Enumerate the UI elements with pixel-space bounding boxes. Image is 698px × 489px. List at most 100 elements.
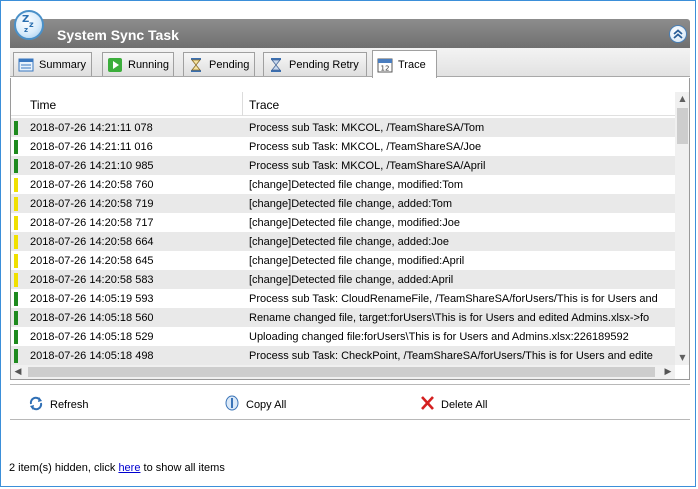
cell-trace: [change]Detected file change, modified:A…: [249, 255, 465, 267]
tab-trace[interactable]: 12 Trace: [372, 50, 437, 78]
tab-summary[interactable]: Summary: [13, 52, 92, 76]
cell-time: 2018-07-26 14:21:10 985: [30, 160, 154, 172]
level-indicator: [14, 254, 18, 268]
cell-time: 2018-07-26 14:05:18 560: [30, 312, 154, 324]
table-row[interactable]: 2018-07-26 14:20:58 583 [change]Detected …: [11, 270, 675, 289]
action-toolbar: Refresh Copy All Delete All: [10, 384, 690, 420]
cell-trace: Process sub Task: CheckPoint, /TeamShare…: [249, 350, 653, 362]
cell-trace: Process sub Task: MKCOL, /TeamShareSA/Ap…: [249, 160, 486, 172]
level-indicator: [14, 178, 18, 192]
horizontal-scroll-thumb[interactable]: [28, 367, 655, 377]
cell-trace: [change]Detected file change, added:Apri…: [249, 274, 454, 286]
cell-time: 2018-07-26 14:20:58 583: [30, 274, 154, 286]
table-row[interactable]: 2018-07-26 14:20:58 645 [change]Detected …: [11, 251, 675, 270]
column-header-trace[interactable]: Trace: [249, 98, 279, 112]
summary-icon: [18, 57, 34, 73]
tab-summary-label: Summary: [39, 58, 87, 71]
trace-grid: Time Trace 2018-07-26 14:21:11 078 Proces…: [10, 78, 690, 380]
cell-trace: [change]Detected file change, added:Joe: [249, 236, 449, 248]
scroll-right-arrow-icon[interactable]: ▶: [661, 365, 675, 379]
table-row[interactable]: 2018-07-26 14:20:58 760 [change]Detected …: [11, 175, 675, 194]
trace-rows: 2018-07-26 14:21:11 078 Process sub Task:…: [11, 118, 675, 365]
table-row[interactable]: 2018-07-26 14:20:58 664 [change]Detected …: [11, 232, 675, 251]
hourglass-icon: [188, 57, 204, 73]
table-row[interactable]: 2018-07-26 14:20:58 719 [change]Detected …: [11, 194, 675, 213]
level-indicator: [14, 159, 18, 173]
cell-time: 2018-07-26 14:20:58 645: [30, 255, 154, 267]
level-indicator: [14, 216, 18, 230]
table-row[interactable]: 2018-07-26 14:20:58 717 [change]Detected …: [11, 213, 675, 232]
scroll-up-arrow-icon[interactable]: ▲: [675, 92, 689, 106]
cell-time: 2018-07-26 14:05:18 529: [30, 331, 154, 343]
table-row[interactable]: 2018-07-26 14:05:19 593 Process sub Task:…: [11, 289, 675, 308]
tab-pending[interactable]: Pending: [183, 52, 255, 76]
table-row[interactable]: 2018-07-26 14:05:18 498 Process sub Task:…: [11, 346, 675, 365]
level-indicator: [14, 273, 18, 287]
grid-header: Time Trace: [11, 92, 675, 116]
vertical-scroll-thumb[interactable]: [677, 108, 688, 144]
table-row[interactable]: 2018-07-26 14:21:10 985 Process sub Task:…: [11, 156, 675, 175]
tab-running[interactable]: Running: [102, 52, 174, 76]
refresh-icon: [28, 395, 44, 414]
tab-running-label: Running: [128, 58, 169, 71]
copy-all-label: Copy All: [246, 398, 287, 411]
delete-x-icon: [419, 395, 435, 414]
double-chevron-up-icon: [673, 29, 683, 39]
table-row[interactable]: 2018-07-26 14:05:18 529 Uploading changed…: [11, 327, 675, 346]
scroll-left-arrow-icon[interactable]: ◀: [11, 365, 25, 379]
cell-trace: [change]Detected file change, modified:T…: [249, 179, 464, 191]
show-all-link[interactable]: here: [118, 462, 140, 474]
tab-pending-retry-label: Pending Retry: [289, 58, 359, 71]
delete-all-label: Delete All: [441, 398, 488, 411]
status-bar: 2 item(s) hidden, click here to show all…: [9, 462, 225, 474]
level-indicator: [14, 292, 18, 306]
copy-all-button[interactable]: Copy All: [224, 395, 286, 414]
svg-text:12: 12: [381, 64, 390, 72]
delete-all-button[interactable]: Delete All: [419, 395, 487, 414]
cell-trace: [change]Detected file change, added:Tom: [249, 198, 453, 210]
horizontal-scrollbar[interactable]: ◀ ▶: [11, 365, 675, 379]
level-indicator: [14, 197, 18, 211]
tab-trace-label: Trace: [398, 58, 426, 71]
column-header-time[interactable]: Time: [30, 98, 56, 112]
cell-time: 2018-07-26 14:05:19 593: [30, 293, 154, 305]
status-suffix: to show all items: [140, 462, 225, 474]
sleep-status-icon: Z z z: [14, 10, 44, 40]
column-divider[interactable]: [242, 92, 243, 116]
cell-trace: Uploading changed file:forUsers\This is …: [249, 331, 629, 343]
retry-hourglass-icon: [268, 57, 284, 73]
level-indicator: [14, 140, 18, 154]
cell-trace: Process sub Task: MKCOL, /TeamShareSA/To…: [249, 122, 485, 134]
tab-pending-label: Pending: [209, 58, 250, 71]
level-indicator: [14, 311, 18, 325]
running-icon: [107, 57, 123, 73]
cell-time: 2018-07-26 14:20:58 719: [30, 198, 154, 210]
cell-time: 2018-07-26 14:05:18 498: [30, 350, 154, 362]
level-indicator: [14, 330, 18, 344]
cell-trace: Rename changed file, target:forUsers\Thi…: [249, 312, 650, 324]
cell-time: 2018-07-26 14:20:58 664: [30, 236, 154, 248]
window-title: System Sync Task: [57, 27, 179, 43]
level-indicator: [14, 235, 18, 249]
table-row[interactable]: 2018-07-26 14:21:11 016 Process sub Task:…: [11, 137, 675, 156]
level-indicator: [14, 349, 18, 363]
cell-trace: [change]Detected file change, modified:J…: [249, 217, 460, 229]
cell-trace: Process sub Task: MKCOL, /TeamShareSA/Jo…: [249, 141, 482, 153]
cell-time: 2018-07-26 14:21:11 016: [30, 141, 153, 153]
calendar-icon: 12: [377, 57, 393, 73]
scroll-down-arrow-icon[interactable]: ▼: [675, 351, 689, 365]
cell-trace: Process sub Task: CloudRenameFile, /Team…: [249, 293, 658, 305]
cell-time: 2018-07-26 14:20:58 760: [30, 179, 154, 191]
copy-icon: [224, 395, 240, 414]
tab-pending-retry[interactable]: Pending Retry: [263, 52, 367, 76]
refresh-button[interactable]: Refresh: [28, 395, 89, 414]
collapse-button[interactable]: [669, 25, 687, 43]
table-row[interactable]: 2018-07-26 14:21:11 078 Process sub Task:…: [11, 118, 675, 137]
table-row[interactable]: 2018-07-26 14:05:18 560 Rename changed fi…: [11, 308, 675, 327]
vertical-scrollbar[interactable]: ▲ ▼: [675, 92, 689, 365]
cell-time: 2018-07-26 14:21:11 078: [30, 122, 153, 134]
cell-time: 2018-07-26 14:20:58 717: [30, 217, 154, 229]
level-indicator: [14, 121, 18, 135]
refresh-label: Refresh: [50, 398, 89, 411]
status-prefix: 2 item(s) hidden, click: [9, 462, 119, 474]
